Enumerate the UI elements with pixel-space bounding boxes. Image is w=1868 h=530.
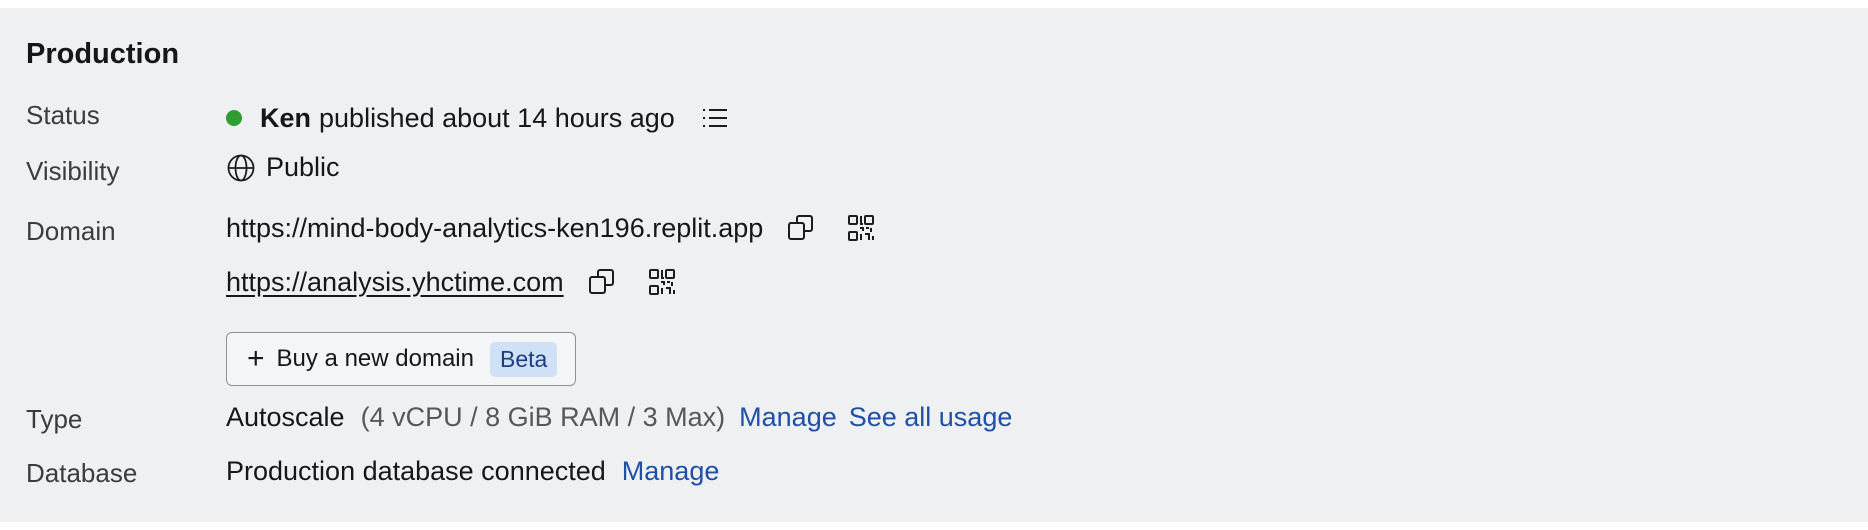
type-spec: (4 vCPU / 8 GiB RAM / 3 Max) <box>360 402 726 432</box>
domain-row-2: https://analysis.yhctime.com <box>226 264 680 300</box>
visibility-value: Public <box>266 152 340 182</box>
database-label: Database <box>26 458 138 488</box>
domain-url[interactable]: https://mind-body-analytics-ken196.repli… <box>226 213 763 244</box>
domain-label: Domain <box>26 216 116 246</box>
see-usage-link[interactable]: See all usage <box>849 402 1013 433</box>
status-row: Ken published about 14 hours ago <box>226 100 733 136</box>
domain-row-1: https://mind-body-analytics-ken196.repli… <box>226 210 879 246</box>
database-manage-link[interactable]: Manage <box>622 456 720 487</box>
type-row: Autoscale (4 vCPU / 8 GiB RAM / 3 Max) M… <box>226 402 1012 433</box>
list-icon[interactable] <box>697 100 733 136</box>
status-text: published about 14 hours ago <box>319 102 675 133</box>
beta-badge: Beta <box>489 341 558 377</box>
plus-icon: + <box>247 342 265 375</box>
buy-domain-button[interactable]: + Buy a new domain Beta <box>226 332 576 386</box>
buy-domain-label: Buy a new domain <box>276 345 474 372</box>
type-label: Type <box>26 404 83 434</box>
visibility-label: Visibility <box>26 156 120 186</box>
database-value: Production database connected <box>226 456 606 486</box>
globe-icon <box>226 153 256 183</box>
custom-domain-link[interactable]: https://analysis.yhctime.com <box>226 267 564 298</box>
database-row: Production database connected Manage <box>226 456 719 487</box>
type-manage-link[interactable]: Manage <box>739 402 837 433</box>
status-user: Ken <box>260 102 312 133</box>
copy-icon[interactable] <box>783 210 819 246</box>
qr-code-icon[interactable] <box>644 264 680 300</box>
qr-code-icon[interactable] <box>843 210 879 246</box>
production-panel: Production Status Ken published about 14… <box>0 8 1868 522</box>
section-title: Production <box>26 38 180 70</box>
type-value: Autoscale <box>226 402 345 432</box>
status-label: Status <box>26 100 100 130</box>
copy-icon[interactable] <box>584 264 620 300</box>
visibility-row: Public <box>226 152 340 183</box>
status-dot <box>226 110 242 126</box>
